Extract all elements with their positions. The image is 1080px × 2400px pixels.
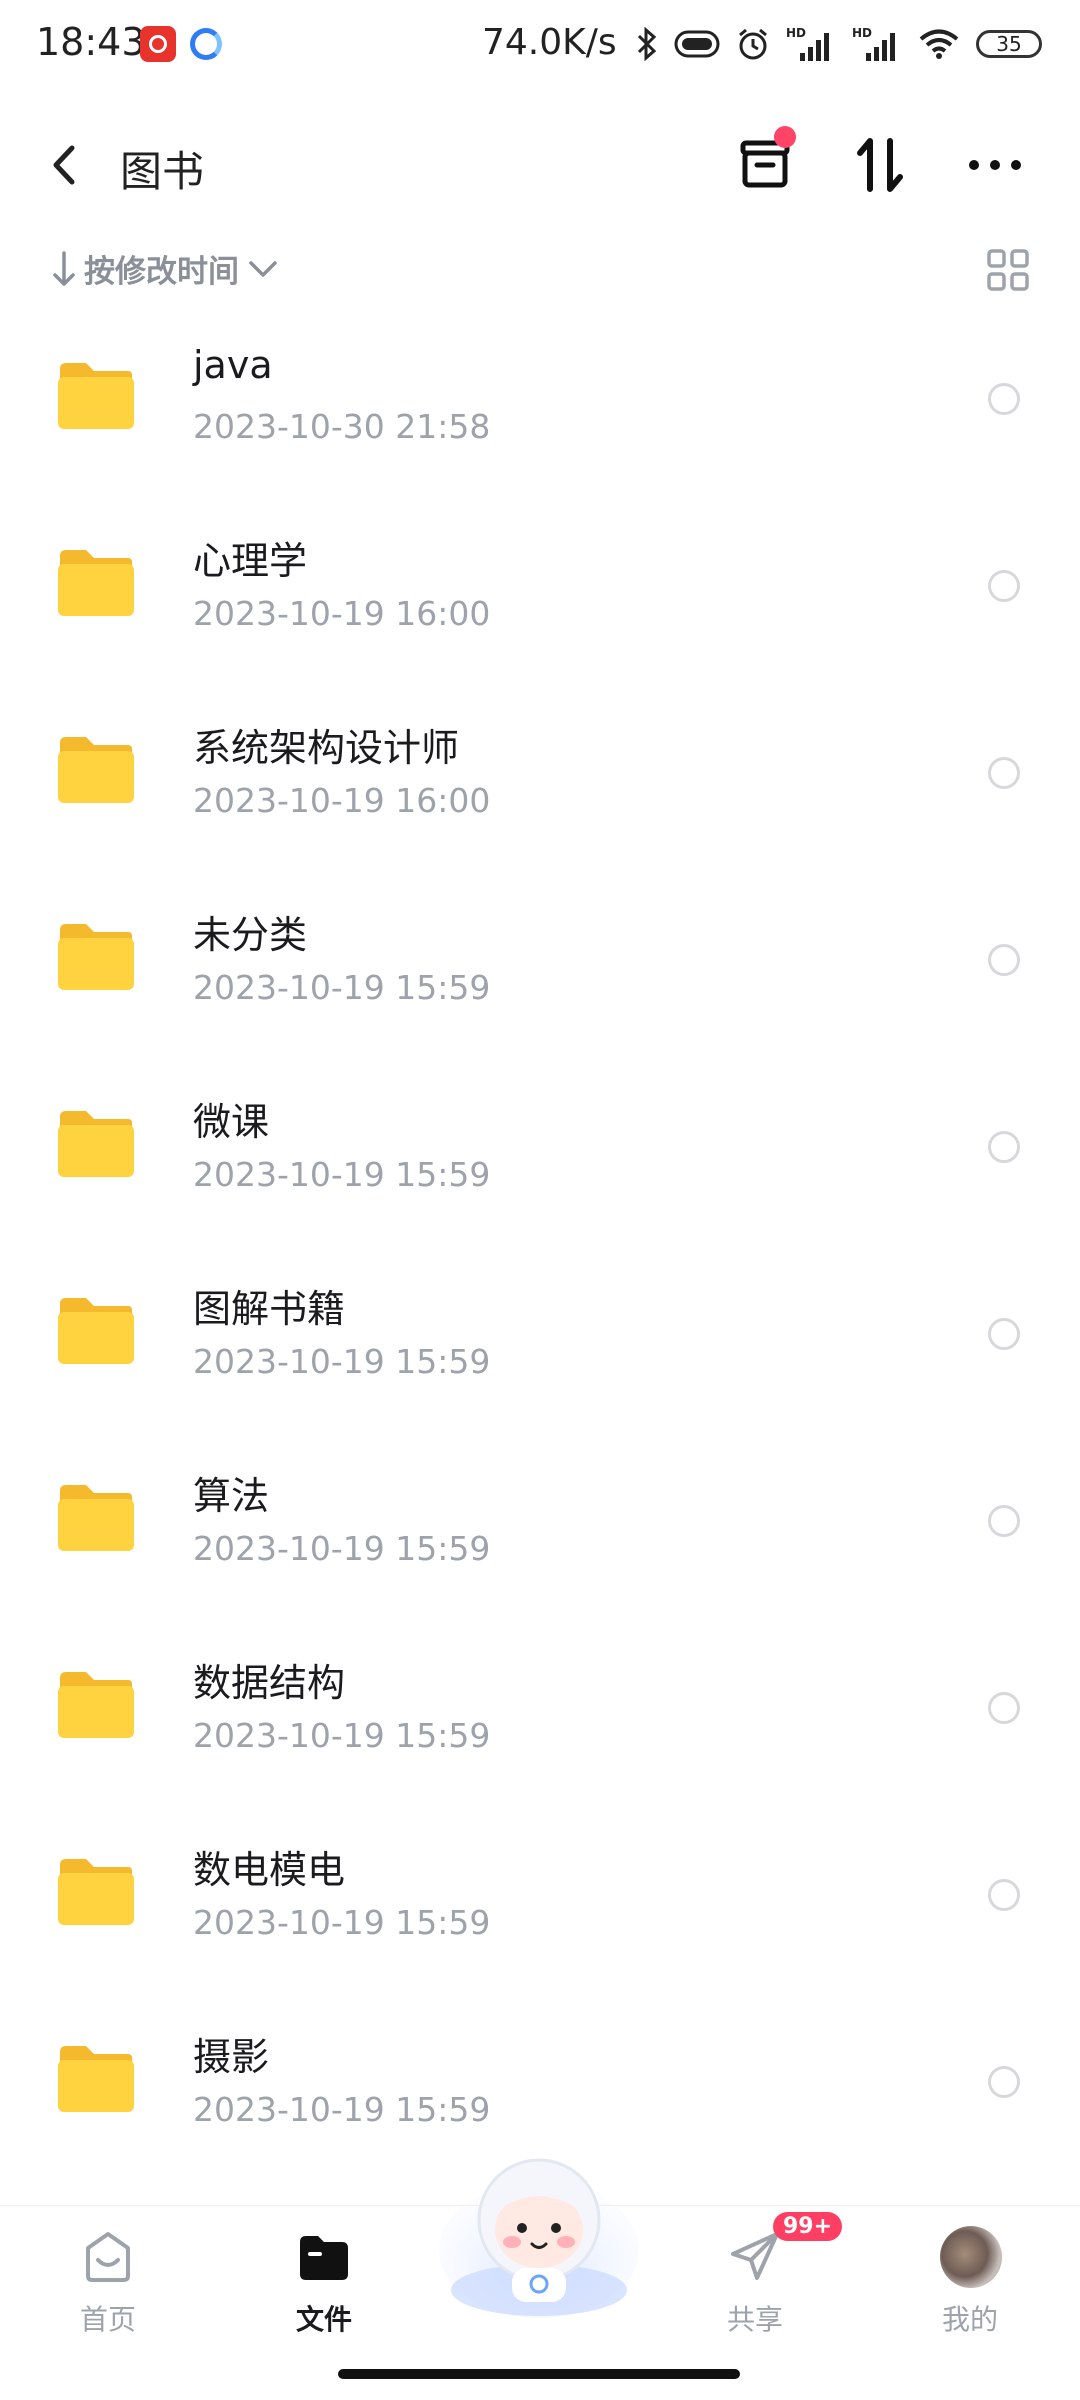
arrow-down-icon [53, 250, 75, 286]
status-bar: 18:43 74.0K/s HD HD 35 [0, 0, 1080, 90]
nav-files[interactable]: 文件 [264, 2226, 384, 2338]
list-item[interactable]: 心理学 2023-10-19 16:00 [0, 502, 1080, 689]
list-item[interactable]: 图解书籍 2023-10-19 15:59 [0, 1250, 1080, 1437]
home-indicator[interactable] [338, 2369, 740, 2379]
nav-files-label: 文件 [295, 2303, 352, 2336]
nav-home[interactable]: 首页 [48, 2226, 168, 2338]
select-checkbox[interactable] [988, 2066, 1020, 2098]
select-checkbox[interactable] [988, 570, 1020, 602]
sort-order-button[interactable]: 按修改时间 [52, 246, 279, 291]
more-button[interactable] [960, 130, 1030, 200]
folder-icon [58, 2046, 134, 2112]
folder-icon [58, 1859, 134, 1925]
top-bar: 图书 [0, 110, 1080, 220]
file-date: 2023-10-30 21:58 [193, 407, 491, 446]
file-name: 未分类 [193, 913, 308, 957]
folder-icon [58, 924, 134, 990]
netease-music-icon [140, 26, 176, 62]
svg-text:HD: HD [786, 26, 806, 40]
app-icon [190, 28, 222, 60]
file-date: 2023-10-19 15:59 [193, 1903, 491, 1942]
view-toggle-button[interactable] [986, 248, 1030, 292]
page-title: 图书 [120, 147, 205, 196]
file-date: 2023-10-19 15:59 [193, 1716, 491, 1755]
list-item[interactable]: 未分类 2023-10-19 15:59 [0, 876, 1080, 1063]
alarm-icon [739, 28, 767, 60]
file-name: 微课 [193, 1100, 270, 1144]
nav-home-label: 首页 [79, 2303, 136, 2336]
nav-share[interactable]: 99+ 共享 [695, 2212, 843, 2338]
chevron-left-icon [53, 145, 75, 185]
select-checkbox[interactable] [988, 1131, 1020, 1163]
select-checkbox[interactable] [988, 1505, 1020, 1537]
select-checkbox[interactable] [988, 383, 1020, 415]
select-checkbox[interactable] [988, 1318, 1020, 1350]
back-button[interactable] [44, 140, 84, 190]
file-name: 图解书籍 [193, 1287, 346, 1331]
folder-icon [58, 1485, 134, 1551]
bluetooth-icon [637, 27, 657, 61]
select-checkbox[interactable] [988, 944, 1020, 976]
file-name: 数电模电 [193, 1848, 346, 1892]
notification-dot [774, 126, 796, 148]
svg-text:HD: HD [852, 26, 872, 40]
vibrate-icon [674, 30, 720, 58]
list-item[interactable]: 数据结构 2023-10-19 15:59 [0, 1624, 1080, 1811]
sort-row: 按修改时间 [0, 240, 1080, 300]
nav-me-label: 我的 [941, 2303, 998, 2336]
list-item[interactable]: 系统架构设计师 2023-10-19 16:00 [0, 689, 1080, 876]
network-speed: 74.0K/s [482, 22, 617, 63]
list-item[interactable]: 数电模电 2023-10-19 15:59 [0, 1811, 1080, 1998]
folder-icon [58, 1672, 134, 1738]
nav-share-label: 共享 [726, 2303, 783, 2336]
folder-icon [58, 737, 134, 803]
home-icon [86, 2232, 130, 2282]
file-name: 数据结构 [193, 1661, 346, 1705]
share-badge: 99+ [773, 2212, 843, 2241]
file-date: 2023-10-19 15:59 [193, 1155, 491, 1194]
file-name: 系统架构设计师 [193, 726, 460, 770]
assistant-mascot-button[interactable] [436, 2150, 642, 2320]
avatar [940, 2226, 1002, 2288]
folder-icon [58, 550, 134, 616]
file-date: 2023-10-19 16:00 [193, 781, 491, 820]
list-item[interactable]: 微课 2023-10-19 15:59 [0, 1063, 1080, 1250]
file-name: 算法 [193, 1474, 270, 1518]
file-date: 2023-10-19 15:59 [193, 1529, 491, 1568]
wifi-icon [919, 29, 959, 59]
folder-icon [58, 363, 134, 429]
file-date: 2023-10-19 15:59 [193, 968, 491, 1007]
hd-signal-icon: HD [786, 26, 829, 61]
battery-icon: 35 [976, 30, 1042, 58]
chevron-down-icon [249, 260, 277, 277]
transfer-button[interactable] [730, 126, 800, 200]
select-checkbox[interactable] [988, 757, 1020, 789]
file-list: java 2023-10-30 21:58 心理学 2023-10-19 16:… [0, 315, 1080, 2185]
file-date: 2023-10-19 15:59 [193, 2090, 491, 2129]
hd-signal-icon: HD [852, 26, 895, 61]
list-item[interactable]: 算法 2023-10-19 15:59 [0, 1437, 1080, 1624]
select-checkbox[interactable] [988, 1879, 1020, 1911]
mascot-icon [439, 2158, 639, 2318]
file-name: 摄影 [193, 2035, 270, 2079]
status-time: 18:43 [36, 20, 146, 64]
folder-filled-icon [300, 2236, 348, 2280]
folder-icon [58, 1298, 134, 1364]
nav-me[interactable]: 我的 [910, 2226, 1030, 2338]
file-name: 心理学 [193, 539, 308, 583]
sort-icon [857, 138, 903, 192]
file-name: java [193, 343, 273, 387]
select-checkbox[interactable] [988, 1692, 1020, 1724]
file-date: 2023-10-19 15:59 [193, 1342, 491, 1381]
more-icon [969, 160, 1021, 170]
folder-icon [58, 1111, 134, 1177]
grid-icon [987, 249, 1029, 291]
sort-label: 按修改时间 [84, 254, 239, 290]
status-icons: HD HD 35 [636, 24, 1042, 64]
sort-button[interactable] [845, 130, 915, 200]
file-date: 2023-10-19 16:00 [193, 594, 491, 633]
list-item[interactable]: java 2023-10-30 21:58 [0, 315, 1080, 502]
